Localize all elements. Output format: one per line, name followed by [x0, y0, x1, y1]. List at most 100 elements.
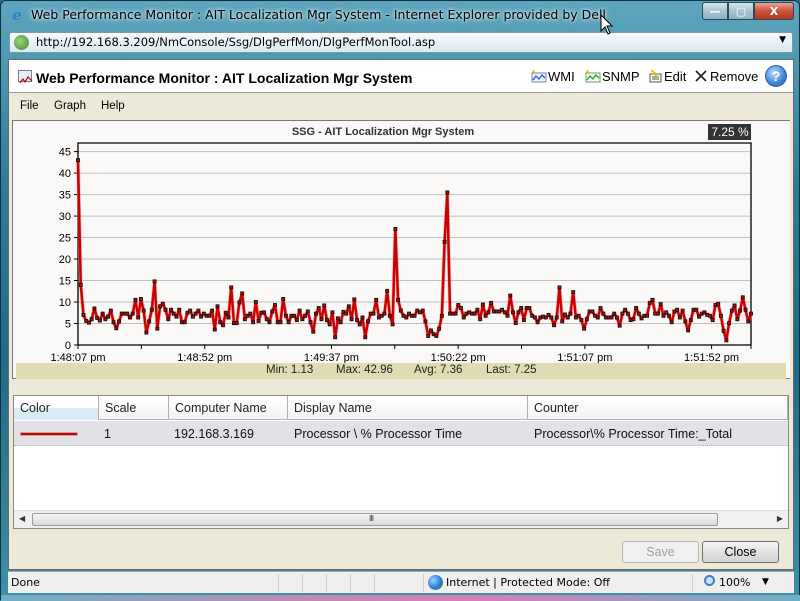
data-point [335, 316, 340, 321]
data-point [169, 307, 173, 312]
column-header-display-name[interactable]: Display Name [288, 396, 528, 420]
y-tick-label: 45 [59, 147, 71, 159]
data-point [475, 307, 480, 312]
zoom-level[interactable]: 100% [719, 576, 750, 589]
data-point [732, 303, 737, 308]
data-point [117, 319, 121, 324]
window-close-button[interactable]: X [754, 2, 794, 20]
data-point [612, 311, 617, 316]
data-point [420, 308, 425, 313]
zoom-dropdown-icon[interactable]: ▼ [762, 577, 769, 587]
menu-graph[interactable]: Graph [54, 100, 86, 112]
data-point [144, 330, 149, 335]
edit-label: Edit [664, 69, 687, 84]
cell-scale: 1 [104, 427, 111, 441]
menu-help[interactable]: Help [101, 100, 125, 112]
data-point [374, 297, 379, 302]
data-point [106, 314, 111, 319]
data-point [163, 307, 168, 312]
data-point [560, 319, 565, 324]
data-point [155, 326, 160, 331]
data-point [218, 320, 223, 325]
column-header-scale[interactable]: Scale [99, 396, 169, 420]
data-point [327, 322, 332, 327]
data-point [314, 311, 318, 316]
data-point [549, 315, 554, 320]
data-point [532, 315, 537, 320]
data-point [136, 315, 141, 320]
minimize-button[interactable]: — [702, 2, 728, 20]
data-point [459, 306, 463, 310]
data-point [294, 318, 299, 323]
scroll-left-arrow-icon[interactable]: ◀ [19, 514, 25, 523]
x-tick-label: 1:49:37 pm [304, 352, 359, 363]
help-icon[interactable]: ? [765, 65, 787, 87]
remove-button[interactable]: Remove [693, 69, 758, 84]
menu-bar: File Graph Help [9, 94, 793, 119]
data-point [686, 328, 691, 333]
data-point [680, 308, 685, 313]
zoom-magnifier-icon[interactable] [704, 575, 715, 586]
data-point [738, 308, 743, 313]
series-line [76, 160, 753, 342]
data-point [128, 315, 132, 320]
data-point [434, 334, 439, 338]
close-button[interactable]: Close [702, 541, 779, 563]
data-point [305, 309, 310, 314]
y-tick-label: 10 [59, 297, 71, 309]
data-point [226, 315, 231, 320]
address-url[interactable]: http://192.168.3.209/NmConsole/Ssg/DlgPe… [36, 35, 435, 49]
data-point [631, 317, 636, 322]
security-zone-text[interactable]: Internet | Protected Mode: Off [446, 576, 610, 589]
current-value-badge: 7.25 % [708, 124, 751, 140]
wmi-chart-icon [531, 69, 547, 83]
data-point [521, 318, 526, 323]
data-point [81, 312, 86, 317]
column-header-counter[interactable]: Counter [528, 396, 788, 420]
menu-file[interactable]: File [20, 100, 39, 112]
data-point [387, 313, 392, 318]
counter-table: Color Scale Computer Name Display Name C… [13, 395, 789, 529]
data-point [346, 304, 351, 309]
data-point [527, 306, 532, 310]
data-point [708, 313, 712, 318]
data-point [100, 311, 105, 316]
data-point [727, 321, 732, 326]
status-text: Done [11, 576, 40, 589]
data-point [716, 301, 721, 306]
data-point [513, 321, 518, 326]
data-point [568, 311, 573, 316]
column-header-color[interactable]: Color [14, 396, 99, 420]
edit-button[interactable]: Edit [647, 69, 686, 84]
internet-zone-globe-icon [428, 575, 443, 590]
data-point [251, 320, 256, 325]
data-point [666, 313, 671, 318]
data-point [97, 318, 102, 323]
maximize-button[interactable]: ▢ [728, 2, 754, 20]
address-bar[interactable]: http://192.168.3.209/NmConsole/Ssg/DlgPe… [9, 32, 793, 53]
scroll-right-arrow-icon[interactable]: ▶ [777, 514, 783, 523]
data-point [658, 302, 663, 307]
table-row[interactable]: 1 192.168.3.169 Processor \ % Processor … [14, 421, 788, 446]
data-point [519, 306, 524, 310]
data-point [160, 301, 165, 306]
chart-title: SSG - AIT Localization Mgr System [292, 126, 475, 138]
data-point [740, 295, 745, 300]
data-point [645, 313, 649, 318]
data-point [171, 311, 176, 316]
address-dropdown-icon[interactable]: ▼ [779, 35, 786, 45]
scrollbar-thumb[interactable]: III [32, 513, 718, 526]
horizontal-scrollbar[interactable]: ◀ III ▶ [14, 510, 788, 528]
data-point [319, 317, 324, 322]
page-header: Web Performance Monitor : AIT Localizati… [9, 60, 793, 93]
snmp-button[interactable]: SNMP [585, 69, 640, 84]
data-point [303, 313, 308, 318]
data-point [283, 313, 288, 318]
save-button[interactable]: Save [622, 541, 699, 563]
wmi-button[interactable]: WMI [531, 69, 575, 84]
column-header-computer-name[interactable]: Computer Name [169, 396, 288, 420]
data-point [516, 310, 521, 315]
data-point [590, 309, 595, 314]
data-point [677, 315, 682, 320]
data-point [89, 317, 94, 322]
